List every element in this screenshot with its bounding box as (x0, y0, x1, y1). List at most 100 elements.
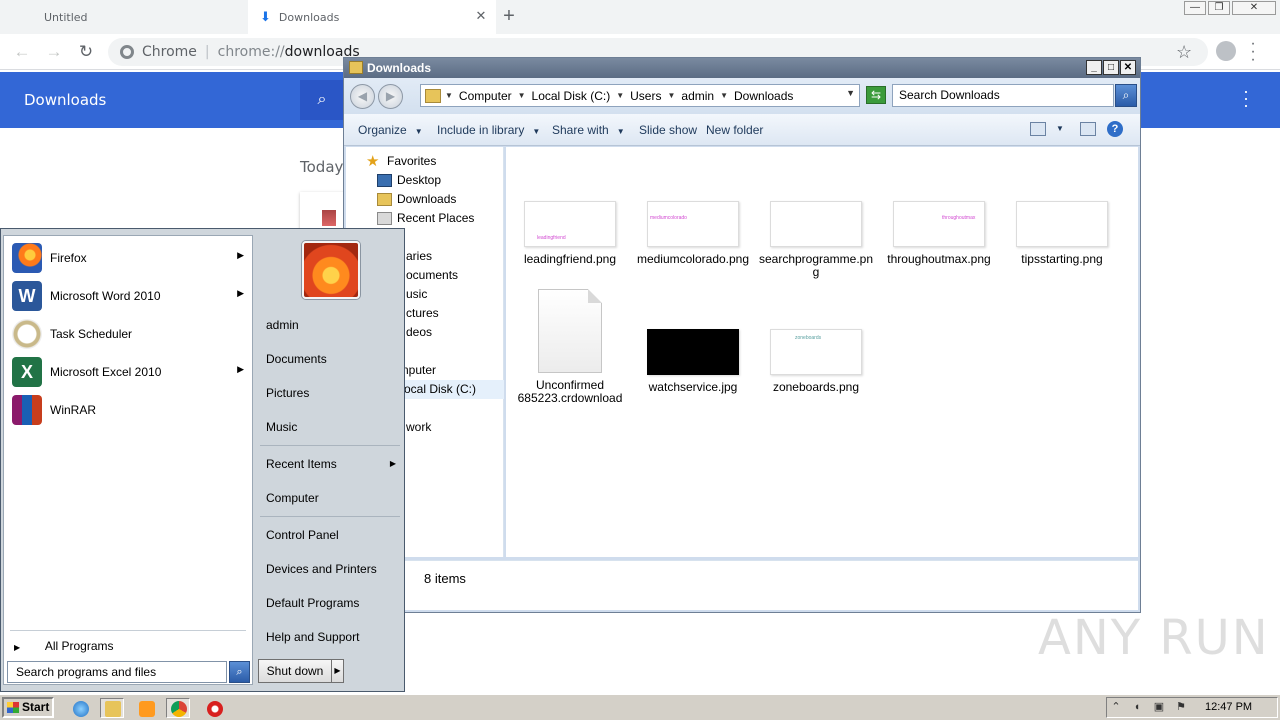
file-item[interactable]: zoneboards zoneboards.png (756, 329, 876, 394)
start-link-recent-items[interactable]: Recent Items ▶ (266, 453, 398, 475)
back-arrow-icon[interactable]: ◀ (350, 84, 375, 109)
breadcrumb-item[interactable]: Computer (459, 89, 512, 103)
tab-downloads[interactable]: ⬇ Downloads ✕ (248, 0, 496, 34)
shut-down-button[interactable]: Shut down (258, 659, 332, 683)
chevron-down-icon[interactable]: ▼ (667, 91, 675, 100)
explorer-titlebar[interactable]: Downloads _ □ ✕ (344, 58, 1140, 78)
file-item[interactable]: leadingfriend leadingfriend.png (510, 201, 630, 266)
program-item-winrar[interactable]: WinRAR (4, 392, 252, 428)
program-item-excel[interactable]: X Microsoft Excel 2010 ▶ (4, 354, 252, 390)
search-icon[interactable]: ⌕ (300, 80, 344, 120)
document-icon (538, 289, 602, 373)
breadcrumb-item[interactable]: admin (681, 89, 714, 103)
nav-label: Desktop (397, 173, 442, 187)
divider (260, 445, 400, 446)
nav-label: ocal Disk (C:) (404, 382, 477, 396)
chevron-down-icon[interactable]: ▼ (616, 91, 624, 100)
taskbar-explorer[interactable] (100, 698, 124, 718)
program-item-task-scheduler[interactable]: Task Scheduler (4, 316, 252, 352)
taskbar-ie[interactable] (68, 698, 92, 718)
network-icon[interactable]: ▣ (1153, 701, 1165, 714)
share-with-menu[interactable]: Share with ▼ (552, 123, 625, 137)
thumbnail-text: zoneboards (795, 335, 822, 341)
all-programs-button[interactable]: ▶ All Programs (14, 639, 114, 653)
user-picture-avatar[interactable] (302, 241, 360, 299)
start-button[interactable]: Start (2, 697, 54, 718)
close-icon[interactable]: ✕ (474, 10, 488, 24)
minimize-button[interactable]: _ (1086, 60, 1102, 75)
file-item[interactable]: tipsstarting.png (1002, 201, 1122, 266)
view-dropdown-icon[interactable]: ▼ (1056, 124, 1064, 133)
start-link-devices-printers[interactable]: Devices and Printers (266, 558, 398, 580)
show-hidden-icons-icon[interactable]: ⌃ (1110, 701, 1122, 714)
breadcrumb-item[interactable]: Downloads (734, 89, 793, 103)
search-icon[interactable]: ⌕ (1115, 84, 1137, 107)
chevron-down-icon[interactable]: ▼ (720, 91, 728, 100)
start-link-music[interactable]: Music (266, 416, 398, 438)
view-icon[interactable] (1030, 122, 1046, 136)
close-button[interactable]: ✕ (1120, 60, 1136, 75)
restore-button[interactable]: ❐ (1208, 1, 1230, 15)
refresh-icon[interactable]: ⇆ (866, 86, 886, 104)
start-menu-programs: Firefox ▶ W Microsoft Word 2010 ▶ Task S… (3, 235, 253, 685)
back-arrow-icon[interactable]: ← (12, 42, 32, 62)
volume-icon[interactable]: ◖ (1131, 701, 1143, 714)
profile-avatar-icon[interactable] (1216, 41, 1236, 61)
chevron-down-icon[interactable]: ▼ (518, 91, 526, 100)
downloads-folder-icon (377, 193, 392, 206)
thumbnail-text: leadingfriend (537, 235, 566, 241)
maximize-button[interactable]: □ (1103, 60, 1119, 75)
program-item-word[interactable]: W Microsoft Word 2010 ▶ (4, 278, 252, 314)
reload-icon[interactable]: ↻ (76, 42, 96, 62)
new-folder-button[interactable]: New folder (706, 123, 763, 137)
nav-label: nputer (402, 363, 437, 377)
preview-pane-icon[interactable] (1080, 122, 1096, 136)
chevron-right-icon: ▶ (237, 288, 244, 298)
start-link-help-support[interactable]: Help and Support (266, 626, 398, 648)
start-link-user[interactable]: admin (266, 314, 398, 336)
file-item[interactable]: throughoutmax throughoutmax.png (879, 201, 999, 266)
bookmark-star-icon[interactable]: ☆ (1176, 42, 1192, 63)
chevron-down-icon[interactable]: ▼ (445, 91, 453, 100)
organize-menu[interactable]: Organize ▼ (358, 123, 423, 137)
slide-show-button[interactable]: Slide show (639, 123, 697, 137)
search-icon[interactable]: ⌕ (229, 661, 250, 683)
file-item[interactable]: Unconfirmed 685223.crdownload (510, 289, 630, 405)
explorer-search-input[interactable]: Search Downloads (892, 84, 1114, 107)
chrome-menu-icon[interactable]: · · · (1248, 36, 1258, 68)
breadcrumb-item[interactable]: Local Disk (C:) (532, 89, 611, 103)
program-item-firefox[interactable]: Firefox ▶ (4, 240, 252, 276)
start-link-default-programs[interactable]: Default Programs (266, 592, 398, 614)
nav-item-downloads[interactable]: Downloads (346, 190, 504, 209)
file-item[interactable]: searchprogramme.png (756, 201, 876, 279)
more-options-icon[interactable]: · · · (1242, 82, 1250, 114)
forward-arrow-icon[interactable]: ▶ (378, 84, 403, 109)
shutdown-options-arrow-icon[interactable]: ▶ (332, 659, 344, 683)
clock[interactable]: 12:47 PM (1205, 701, 1252, 713)
file-item[interactable]: watchservice.jpg (633, 329, 753, 394)
nav-item-desktop[interactable]: Desktop (346, 171, 504, 190)
file-name: tipsstarting.png (1021, 252, 1103, 266)
breadcrumb-item[interactable]: Users (630, 89, 661, 103)
address-dropdown-icon[interactable]: ▼ (846, 88, 855, 98)
tab-untitled[interactable]: Untitled ✕ (28, 0, 276, 34)
address-bar[interactable]: ▼ Computer ▼ Local Disk (C:) ▼ Users ▼ a… (420, 84, 860, 107)
file-item[interactable]: mediumcolorado mediumcolorado.png (633, 201, 753, 266)
taskbar-media-player[interactable] (134, 698, 158, 718)
new-tab-button[interactable]: + (498, 6, 520, 28)
start-link-pictures[interactable]: Pictures (266, 382, 398, 404)
forward-arrow-icon[interactable]: → (44, 42, 64, 62)
help-icon[interactable]: ? (1107, 121, 1123, 137)
include-in-library-menu[interactable]: Include in library ▼ (437, 123, 540, 137)
start-link-control-panel[interactable]: Control Panel (266, 524, 398, 546)
nav-item-favorites[interactable]: ★ Favorites (346, 152, 504, 171)
minimize-button[interactable]: — (1184, 1, 1206, 15)
taskbar-opera[interactable] (202, 698, 226, 718)
close-button[interactable]: ✕ (1232, 1, 1276, 15)
start-link-documents[interactable]: Documents (266, 348, 398, 370)
start-link-computer[interactable]: Computer (266, 487, 398, 509)
start-search-input[interactable]: Search programs and files (7, 661, 227, 683)
action-center-flag-icon[interactable]: ⚑ (1175, 701, 1187, 714)
taskbar-chrome[interactable] (166, 698, 190, 718)
nav-item-recent-places[interactable]: Recent Places (346, 209, 504, 228)
